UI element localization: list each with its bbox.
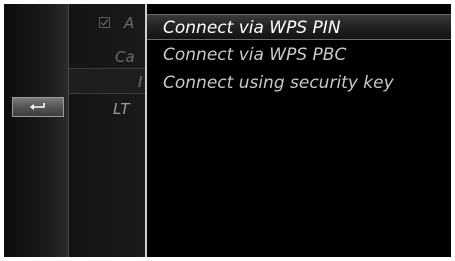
background-menu-item-label: LT <box>113 100 130 118</box>
background-menu-item[interactable]: A <box>69 10 145 36</box>
back-button[interactable] <box>12 97 64 117</box>
checkbox-checked-icon <box>99 17 110 28</box>
background-menu-item[interactable]: I <box>69 68 145 94</box>
head-unit-screen: A Ca I LT Connect via WPS PIN Connect vi… <box>4 4 451 257</box>
left-nav-column <box>4 4 69 257</box>
background-menu-item-label: Ca <box>115 48 135 66</box>
menu-item-label: Connect using security key <box>163 73 394 93</box>
menu-item-label: Connect via WPS PIN <box>163 18 341 38</box>
menu-item-connect-wps-pbc[interactable]: Connect via WPS PBC <box>147 42 451 68</box>
background-menu-item[interactable]: Ca <box>69 44 145 70</box>
menu-item-connect-security-key[interactable]: Connect using security key <box>147 70 451 96</box>
background-menu-item[interactable]: LT <box>69 96 145 122</box>
background-menu-item-label: I <box>138 73 143 91</box>
menu-item-label: Connect via WPS PBC <box>163 45 347 65</box>
connection-options-menu: Connect via WPS PIN Connect via WPS PBC … <box>147 4 451 257</box>
menu-item-connect-wps-pin[interactable]: Connect via WPS PIN <box>147 14 451 40</box>
back-arrow-icon <box>30 103 45 110</box>
background-menu: A Ca I LT <box>69 4 145 257</box>
background-menu-item-label: A <box>124 14 135 32</box>
